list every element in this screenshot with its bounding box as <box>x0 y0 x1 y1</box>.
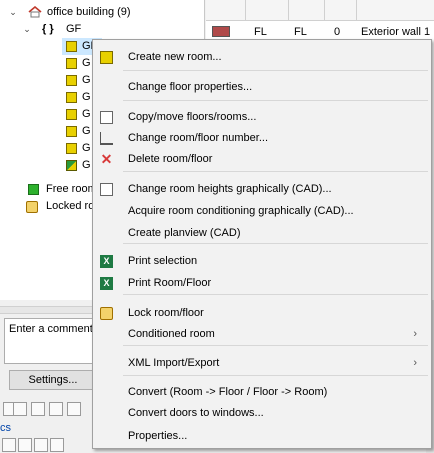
room-icon <box>100 51 113 64</box>
room-icon <box>66 126 77 137</box>
copy-icon <box>100 183 113 196</box>
menu-item-label: Properties... <box>128 430 188 442</box>
menu-separator <box>123 100 428 101</box>
menu-item[interactable]: Create planview (CAD) <box>93 222 431 244</box>
menu-item-label: Convert doors to windows... <box>128 407 264 419</box>
house-icon <box>28 5 42 18</box>
menu-item[interactable]: Change room heights graphically (CAD)... <box>93 178 431 200</box>
copy-icon <box>100 111 113 124</box>
tree-node-room-label: G <box>82 57 91 69</box>
menu-item-label: Lock room/floor <box>128 307 204 319</box>
menu-separator <box>123 294 428 295</box>
renumber-icon <box>100 132 113 145</box>
menu-separator <box>123 171 428 172</box>
view-icon[interactable] <box>34 438 48 452</box>
menu-item-label: Print selection <box>128 255 198 267</box>
menu-item-label: Change room/floor number... <box>128 132 269 144</box>
chevron-down-icon[interactable]: ⌄ <box>8 4 18 21</box>
menu-item[interactable]: Change floor properties... <box>93 76 431 98</box>
menu-item-label: Change room heights graphically (CAD)... <box>128 183 332 195</box>
menu-item[interactable]: ✕ Delete room/floor <box>93 148 431 170</box>
tree-node-room-label: G <box>82 159 91 171</box>
view-icon[interactable] <box>18 438 32 452</box>
menu-item-label: Convert (Room -> Floor / Floor -> Room) <box>128 386 328 398</box>
menu-item[interactable]: Convert (Room -> Floor / Floor -> Room) <box>93 381 431 403</box>
menu-separator <box>123 375 428 376</box>
menu-item[interactable]: Convert doors to windows... <box>93 402 431 424</box>
chevron-down-icon[interactable]: ⌄ <box>22 21 32 38</box>
menu-item[interactable]: Change room/floor number... <box>93 127 431 149</box>
excel-icon: X <box>100 255 113 268</box>
room-icon <box>66 92 77 103</box>
menu-item-label: Acquire room conditioning graphically (C… <box>128 205 354 217</box>
room-icon <box>66 75 77 86</box>
room-icon <box>66 58 77 69</box>
menu-item[interactable]: XML Import/Export › <box>93 352 431 374</box>
excel-icon: X <box>100 277 113 290</box>
menu-item-label: Conditioned room <box>128 328 215 340</box>
chevron-right-icon: › <box>413 328 417 340</box>
menu-item-label: XML Import/Export <box>128 357 220 369</box>
menu-item[interactable]: X Print Room/Floor <box>93 272 431 294</box>
room-special-icon <box>66 160 77 171</box>
line-icon[interactable] <box>67 402 81 416</box>
view-icon[interactable] <box>2 438 16 452</box>
table-header <box>206 0 434 21</box>
shape-icon[interactable] <box>49 402 63 416</box>
room-icon <box>66 41 77 52</box>
lock-icon <box>26 201 38 213</box>
menu-item[interactable]: Create new room... <box>93 46 431 68</box>
settings-button[interactable]: Settings... <box>9 370 97 390</box>
braces-icon: { } <box>42 23 54 35</box>
menu-separator <box>123 345 428 346</box>
menu-item[interactable]: Copy/move floors/rooms... <box>93 106 431 128</box>
context-menu[interactable]: Create new room... Change floor propertie… <box>92 39 432 449</box>
tree-node-floor-label: GF <box>66 23 82 35</box>
tree-node-free-rooms-label: Free room <box>46 183 97 195</box>
cs-label: cs <box>0 422 11 434</box>
menu-item-label: Copy/move floors/rooms... <box>128 111 257 123</box>
menu-item[interactable]: Properties... <box>93 425 431 447</box>
tree-node-room-label: G <box>82 74 91 86</box>
tree-node-room-label: G <box>82 125 91 137</box>
arc-icon[interactable] <box>31 402 45 416</box>
menu-item[interactable]: Conditioned room › <box>93 323 431 345</box>
room-icon <box>66 143 77 154</box>
tree-node-room-label: G <box>82 108 91 120</box>
tree-node-room-label: G <box>82 142 91 154</box>
menu-item-label: Change floor properties... <box>128 81 253 93</box>
menu-item[interactable]: Acquire room conditioning graphically (C… <box>93 200 431 222</box>
tree-node-room-label: G <box>82 91 91 103</box>
free-room-icon <box>28 184 39 195</box>
delete-icon: ✕ <box>100 151 113 167</box>
menu-separator <box>123 70 428 71</box>
tree-node-building-label: office building (9) <box>47 6 131 18</box>
tree-node-locked-rooms-label: Locked ro <box>46 200 95 212</box>
menu-item[interactable]: X Print selection <box>93 250 431 272</box>
menu-item-label: Print Room/Floor <box>128 277 212 289</box>
menu-item-label: Create new room... <box>128 51 222 63</box>
view-icon[interactable] <box>50 438 64 452</box>
menu-item-label: Create planview (CAD) <box>128 227 241 239</box>
menu-item-label: Delete room/floor <box>128 153 213 165</box>
room-icon <box>66 109 77 120</box>
lock-icon <box>100 307 113 320</box>
menu-item[interactable]: Lock room/floor <box>93 302 431 324</box>
add-icon[interactable] <box>13 402 27 416</box>
chevron-right-icon: › <box>413 357 417 369</box>
wall-icon <box>212 26 230 37</box>
